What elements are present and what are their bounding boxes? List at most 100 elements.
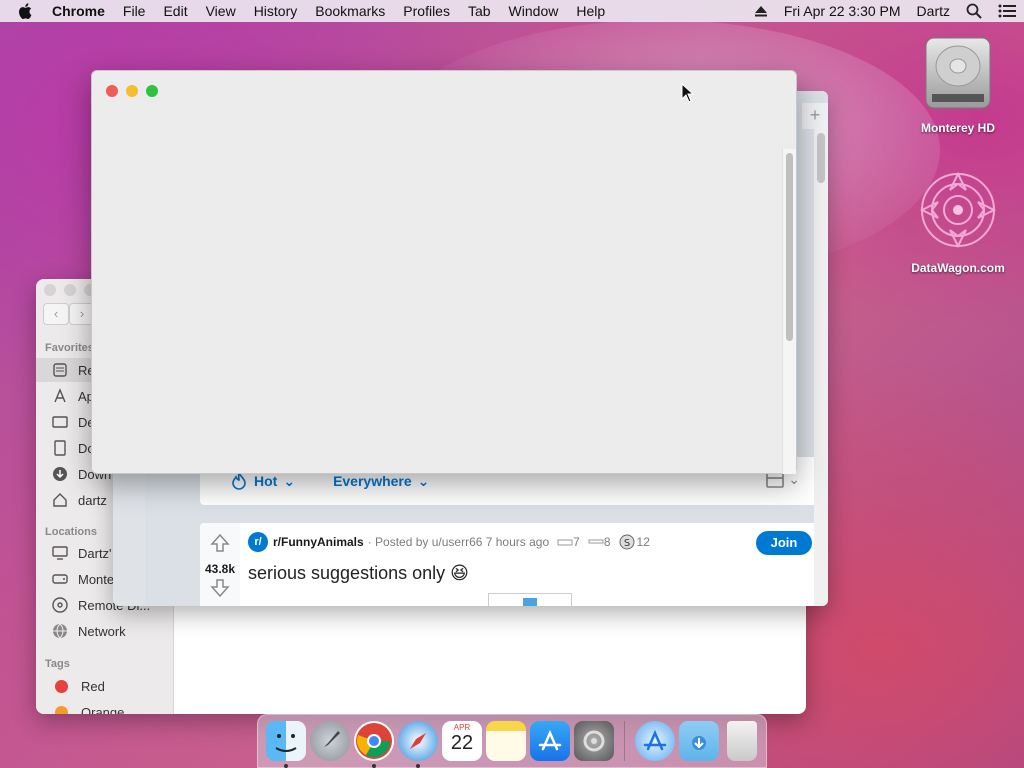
close-button[interactable] [44, 284, 56, 296]
menu-edit[interactable]: Edit [163, 3, 187, 19]
calendar-icon[interactable]: APR 22 [442, 721, 482, 761]
menu-tab[interactable]: Tab [468, 3, 491, 19]
dock: APR 22 [257, 714, 767, 768]
award-count: 7 [573, 535, 580, 549]
menu-history[interactable]: History [254, 3, 298, 19]
section-locations: Locations [45, 526, 97, 538]
dock-separator [624, 721, 625, 761]
control-center-icon[interactable] [998, 4, 1016, 18]
running-indicator [416, 764, 420, 768]
silver-award-icon: S [619, 534, 635, 550]
system-preferences-icon[interactable] [574, 721, 614, 761]
scroll-thumb[interactable] [786, 153, 793, 341]
desktop-icon-datawagon[interactable]: DataWagon.com [903, 168, 1013, 275]
menu-profiles[interactable]: Profiles [403, 3, 450, 19]
section-tags: Tags [45, 658, 70, 670]
join-button[interactable]: Join [756, 531, 812, 555]
scrollbar[interactable] [782, 149, 796, 474]
minimize-button[interactable] [64, 284, 76, 296]
downloads-folder-icon[interactable] [679, 721, 719, 761]
sidebar-tag-orange[interactable]: Orange [36, 700, 174, 714]
desktop-icon-label: Monterey HD [920, 121, 995, 135]
post-meta: r/ r/FunnyAnimals · Posted by u/userr66 … [248, 532, 650, 552]
tag-red-dot [55, 679, 68, 693]
sidebar-item-label: Network [78, 623, 126, 639]
back-button[interactable]: ‹ [43, 303, 69, 325]
subreddit-icon[interactable]: r/ [248, 532, 268, 552]
award-icon [557, 539, 573, 546]
apple-icon[interactable] [18, 3, 32, 19]
menu-user[interactable]: Dartz [917, 3, 950, 19]
posted-by[interactable]: · Posted by u/userr66 7 hours ago [368, 535, 549, 549]
menu-clock[interactable]: Fri Apr 22 3:30 PM [784, 3, 901, 19]
vote-column: 43.8k [200, 523, 240, 606]
running-indicator [284, 764, 288, 768]
subreddit-link[interactable]: r/FunnyAnimals [273, 535, 364, 549]
new-tab-button[interactable]: + [802, 103, 828, 129]
award-3[interactable]: S 12 [619, 534, 650, 550]
menu-bookmarks[interactable]: Bookmarks [315, 3, 385, 19]
close-button[interactable] [106, 85, 118, 97]
sidebar-item-label: Dartz' [78, 545, 112, 561]
launchpad-icon[interactable] [310, 721, 350, 761]
sidebar-item-label: Orange [81, 704, 125, 715]
trash-icon[interactable] [727, 721, 757, 761]
post-image-placeholder[interactable] [488, 593, 572, 606]
minimize-button[interactable] [126, 85, 138, 97]
zoom-button[interactable] [146, 85, 158, 97]
menu-window[interactable]: Window [509, 3, 559, 19]
menu-view[interactable]: View [206, 3, 236, 19]
sidebar-item-label: Monte [78, 571, 115, 587]
calendar-day: 22 [450, 732, 474, 754]
award-count: 12 [636, 535, 650, 549]
finder-icon[interactable] [266, 721, 306, 768]
app-store-icon[interactable] [635, 721, 675, 761]
section-favorites: Favorites [45, 342, 94, 354]
upvote-icon[interactable] [210, 533, 230, 553]
sort-everywhere-label: Everywhere [333, 473, 412, 489]
applications-icon [54, 388, 66, 403]
vote-count: 43.8k [204, 562, 236, 576]
desktop-icon-monterey-hd[interactable]: Monterey HD [903, 34, 1013, 135]
home-icon [53, 493, 67, 507]
search-icon[interactable] [966, 3, 982, 19]
award-count: 8 [603, 535, 611, 549]
sidebar-item-label: dartz [78, 492, 107, 508]
post-title[interactable]: serious suggestions only 😆 [248, 563, 469, 584]
mandala-icon [919, 171, 997, 249]
running-indicator [372, 764, 376, 768]
sort-hot-button[interactable]: Hot ⌄ [230, 472, 295, 490]
notes-icon[interactable] [486, 721, 526, 761]
blank-window[interactable] [91, 70, 797, 474]
mouse-cursor-icon [681, 83, 695, 103]
chrome-scrollbar[interactable] [814, 129, 828, 606]
chevron-down-icon: ⌄ [283, 472, 296, 489]
downvote-icon[interactable] [210, 578, 230, 598]
post-card[interactable]: 43.8k r/ r/FunnyAnimals · Posted by u/us… [200, 523, 820, 606]
menu-extras: Fri Apr 22 3:30 PM Dartz [754, 3, 1016, 19]
award-2[interactable]: 8 [588, 535, 611, 549]
scroll-thumb[interactable] [817, 133, 825, 183]
tag-orange-dot [55, 705, 68, 714]
disk-icon [52, 574, 68, 584]
app-store-icon[interactable] [530, 721, 570, 761]
menu-help[interactable]: Help [576, 3, 605, 19]
hard-drive-icon [925, 37, 991, 109]
network-icon [53, 623, 67, 639]
award-icon [588, 539, 604, 544]
broken-image-icon [523, 598, 537, 606]
sidebar-tag-red[interactable]: Red [36, 674, 174, 698]
menu-file[interactable]: File [123, 3, 146, 19]
menu-bar: Chrome File Edit View History Bookmarks … [0, 0, 1024, 22]
sidebar-item-label: Red [81, 678, 105, 694]
sort-everywhere-button[interactable]: Everywhere ⌄ [333, 473, 429, 490]
sidebar-item-network[interactable]: Network [36, 619, 174, 643]
chrome-icon[interactable] [354, 721, 394, 768]
award-1[interactable]: 7 [557, 535, 580, 549]
desktop-icon [52, 416, 68, 428]
menu-app-name[interactable]: Chrome [52, 3, 105, 19]
eject-icon[interactable] [754, 5, 768, 17]
computer-icon [52, 546, 68, 560]
safari-icon[interactable] [398, 721, 438, 768]
chevron-down-icon: ⌄ [417, 472, 430, 489]
